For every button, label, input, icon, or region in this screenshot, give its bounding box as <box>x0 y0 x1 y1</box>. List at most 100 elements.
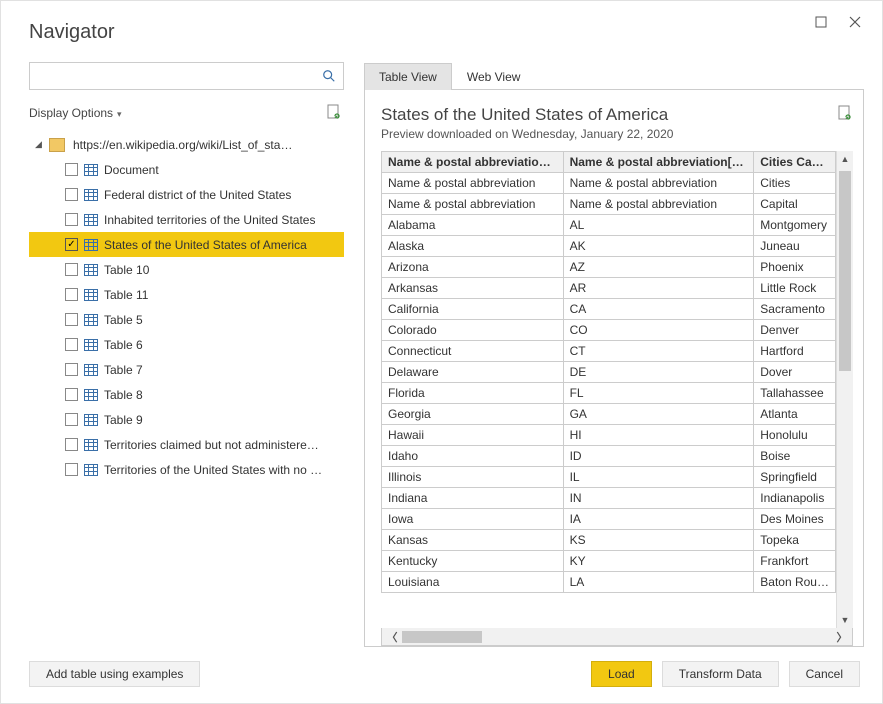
table-cell: Capital <box>754 194 836 215</box>
tree-item[interactable]: Document <box>29 157 344 182</box>
tree-item[interactable]: Inhabited territories of the United Stat… <box>29 207 344 232</box>
table-cell: CT <box>563 341 754 362</box>
table-cell: CA <box>563 299 754 320</box>
titlebar: Navigator <box>1 1 882 44</box>
navigator-tree[interactable]: ◢ https://en.wikipedia.org/wiki/List_of_… <box>29 132 344 647</box>
search-field[interactable] <box>29 62 344 90</box>
table-row[interactable]: IowaIADes Moines <box>382 509 836 530</box>
v-scroll-thumb[interactable] <box>839 171 851 371</box>
search-input[interactable] <box>30 63 315 89</box>
table-cell: FL <box>563 383 754 404</box>
table-cell: Springfield <box>754 467 836 488</box>
cancel-button[interactable]: Cancel <box>789 661 860 687</box>
add-table-examples-button[interactable]: Add table using examples <box>29 661 200 687</box>
table-row[interactable]: ArizonaAZPhoenix <box>382 257 836 278</box>
h-scroll-thumb[interactable] <box>402 631 482 643</box>
table-cell: Cities <box>754 173 836 194</box>
tree-item-checkbox[interactable] <box>65 463 78 476</box>
tree-item-checkbox[interactable] <box>65 188 78 201</box>
table-icon <box>84 314 98 326</box>
tree-item[interactable]: ✓States of the United States of America <box>29 232 344 257</box>
display-options-dropdown[interactable]: Display Options▾ <box>29 106 122 120</box>
folder-icon <box>49 138 65 152</box>
table-icon <box>84 364 98 376</box>
chevron-down-icon: ▾ <box>117 109 122 119</box>
tree-item-checkbox[interactable] <box>65 388 78 401</box>
table-cell: Dover <box>754 362 836 383</box>
table-cell: Arkansas <box>382 278 564 299</box>
column-header[interactable]: Name & postal abbreviation[12]2 <box>563 152 754 173</box>
table-row[interactable]: IllinoisILSpringfield <box>382 467 836 488</box>
collapse-icon[interactable]: ◢ <box>35 139 49 150</box>
tree-item-checkbox[interactable] <box>65 413 78 426</box>
table-row[interactable]: KentuckyKYFrankfort <box>382 551 836 572</box>
search-icon[interactable] <box>315 63 343 89</box>
tree-item-checkbox[interactable] <box>65 313 78 326</box>
tab-table-view[interactable]: Table View <box>364 63 452 90</box>
maximize-button[interactable] <box>804 9 838 35</box>
refresh-icon[interactable] <box>324 104 344 123</box>
tab-web-view[interactable]: Web View <box>452 63 536 90</box>
transform-data-button[interactable]: Transform Data <box>662 661 779 687</box>
close-button[interactable] <box>838 9 872 35</box>
table-row[interactable]: ArkansasARLittle Rock <box>382 278 836 299</box>
tree-item-checkbox[interactable] <box>65 363 78 376</box>
tree-item[interactable]: Table 6 <box>29 332 344 357</box>
tree-item-label: Document <box>104 163 159 177</box>
scroll-right-icon[interactable]: 〉 <box>832 629 852 645</box>
vertical-scrollbar[interactable]: ▲ ▼ <box>836 151 853 628</box>
h-scroll-track[interactable] <box>402 630 832 644</box>
table-row[interactable]: Name & postal abbreviationName & postal … <box>382 173 836 194</box>
tree-item[interactable]: Table 11 <box>29 282 344 307</box>
table-cell: AZ <box>563 257 754 278</box>
table-row[interactable]: FloridaFLTallahassee <box>382 383 836 404</box>
table-row[interactable]: GeorgiaGAAtlanta <box>382 404 836 425</box>
table-cell: California <box>382 299 564 320</box>
tree-item-checkbox[interactable] <box>65 163 78 176</box>
refresh-preview-icon[interactable] <box>837 105 853 124</box>
tree-item[interactable]: Federal district of the United States <box>29 182 344 207</box>
table-row[interactable]: KansasKSTopeka <box>382 530 836 551</box>
tree-item[interactable]: Table 9 <box>29 407 344 432</box>
tree-item-checkbox[interactable] <box>65 338 78 351</box>
scroll-down-icon[interactable]: ▼ <box>837 612 853 628</box>
tree-item-checkbox[interactable]: ✓ <box>65 238 78 251</box>
horizontal-scrollbar[interactable]: 〈 〉 <box>381 628 853 646</box>
table-row[interactable]: HawaiiHIHonolulu <box>382 425 836 446</box>
column-header[interactable]: Cities Capital <box>754 152 836 173</box>
table-row[interactable]: AlabamaALMontgomery <box>382 215 836 236</box>
tree-item-checkbox[interactable] <box>65 438 78 451</box>
table-row[interactable]: IndianaINIndianapolis <box>382 488 836 509</box>
table-icon <box>84 439 98 451</box>
column-header[interactable]: Name & postal abbreviation[12] <box>382 152 564 173</box>
table-cell: AK <box>563 236 754 257</box>
table-row[interactable]: ColoradoCODenver <box>382 320 836 341</box>
table-row[interactable]: Name & postal abbreviationName & postal … <box>382 194 836 215</box>
tree-item[interactable]: Table 8 <box>29 382 344 407</box>
tree-item[interactable]: Table 10 <box>29 257 344 282</box>
table-row[interactable]: DelawareDEDover <box>382 362 836 383</box>
tree-item-label: Table 6 <box>104 338 143 352</box>
table-cell: HI <box>563 425 754 446</box>
table-cell: Iowa <box>382 509 564 530</box>
table-row[interactable]: ConnecticutCTHartford <box>382 341 836 362</box>
load-button[interactable]: Load <box>591 661 652 687</box>
table-cell: Name & postal abbreviation <box>382 194 564 215</box>
tree-item[interactable]: Table 5 <box>29 307 344 332</box>
table-icon <box>84 414 98 426</box>
table-row[interactable]: AlaskaAKJuneau <box>382 236 836 257</box>
scroll-left-icon[interactable]: 〈 <box>382 629 402 645</box>
table-row[interactable]: LouisianaLABaton Rouge <box>382 572 836 593</box>
tree-item[interactable]: Table 7 <box>29 357 344 382</box>
tree-item-checkbox[interactable] <box>65 213 78 226</box>
tree-item-checkbox[interactable] <box>65 288 78 301</box>
table-row[interactable]: CaliforniaCASacramento <box>382 299 836 320</box>
table-cell: Atlanta <box>754 404 836 425</box>
tree-root[interactable]: ◢ https://en.wikipedia.org/wiki/List_of_… <box>29 132 344 157</box>
tree-item[interactable]: Territories of the United States with no… <box>29 457 344 482</box>
tree-item[interactable]: Territories claimed but not administered… <box>29 432 344 457</box>
table-wrap: Name & postal abbreviation[12]Name & pos… <box>381 151 853 628</box>
tree-item-checkbox[interactable] <box>65 263 78 276</box>
table-row[interactable]: IdahoIDBoise <box>382 446 836 467</box>
scroll-up-icon[interactable]: ▲ <box>837 151 853 167</box>
